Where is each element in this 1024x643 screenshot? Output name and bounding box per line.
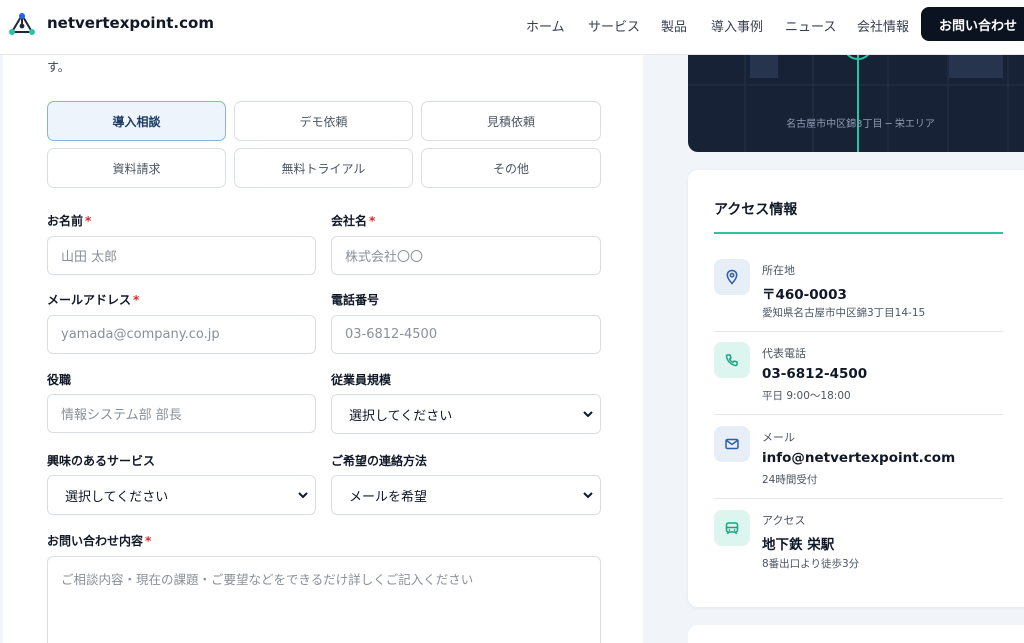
map-pin-icon [714, 259, 750, 295]
type-quote-button[interactable]: 見積依頼 [421, 101, 601, 141]
nav-company[interactable]: 会社情報 [857, 16, 909, 35]
contact-cta-button[interactable]: お問い合わせ [921, 7, 1024, 41]
chevron-down-icon [583, 411, 593, 418]
message-textarea[interactable]: ご相談内容・現在の課題・ご要望などをできるだけ詳しくご記入ください [47, 556, 601, 643]
type-trial-button[interactable]: 無料トライアル [234, 148, 413, 188]
mail-icon [714, 426, 750, 462]
required-mark: * [369, 214, 376, 228]
next-info-card [688, 625, 1024, 643]
form-lead-text: す。 [47, 60, 70, 74]
access-transit-label: アクセス [762, 514, 806, 527]
access-address-label: 所在地 [762, 264, 795, 277]
type-brochure-button[interactable]: 資料請求 [47, 148, 226, 188]
nav-services[interactable]: サービス [588, 16, 640, 35]
divider [714, 414, 1003, 415]
access-phone-value[interactable]: 03-6812-4500 [762, 366, 867, 382]
brand-name[interactable]: netvertexpoint.com [47, 14, 214, 32]
chevron-down-icon [583, 492, 593, 499]
train-icon [714, 510, 750, 546]
company-label: 会社名 * [331, 214, 376, 228]
access-title-underline [714, 232, 1003, 234]
access-email-label: メール [762, 431, 795, 444]
email-label: メールアドレス * [47, 293, 140, 307]
service-select[interactable]: 選択してください [47, 475, 316, 515]
map-caption: 名古屋市中区錦3丁目 ─ 栄エリア [786, 119, 935, 130]
access-title: アクセス情報 [714, 202, 798, 218]
required-mark: * [133, 293, 140, 307]
phone-icon [714, 342, 750, 378]
contact-method-select-value: メールを希望 [349, 489, 428, 505]
nav-home[interactable]: ホーム [526, 16, 565, 35]
divider [714, 498, 1003, 499]
job-title-input[interactable]: 情報システム部 部長 [47, 394, 316, 433]
message-label: お問い合わせ内容 * [47, 534, 152, 548]
type-demo-button[interactable]: デモ依頼 [234, 101, 413, 141]
employees-label: 従業員規模 [331, 373, 392, 387]
access-email-value[interactable]: info@netvertexpoint.com [762, 450, 955, 466]
required-mark: * [145, 534, 152, 548]
phone-label: 電話番号 [331, 293, 380, 307]
employees-select[interactable]: 選択してください [331, 394, 601, 434]
contact-method-label: ご希望の連絡方法 [331, 454, 428, 468]
access-email-sub: 24時間受付 [762, 474, 818, 486]
service-select-value: 選択してください [65, 489, 169, 505]
access-transit-sub: 8番出口より徒歩3分 [762, 558, 860, 570]
nav-news[interactable]: ニュース [785, 16, 836, 35]
chevron-down-icon [298, 492, 308, 499]
access-phone-label: 代表電話 [762, 347, 806, 360]
nav-products[interactable]: 製品 [661, 16, 687, 35]
service-label: 興味のあるサービス [47, 454, 156, 468]
type-other-button[interactable]: その他 [421, 148, 601, 188]
employees-select-value: 選択してください [349, 408, 453, 424]
access-address-value: 〒460-0003 [762, 287, 847, 303]
contact-method-select[interactable]: メールを希望 [331, 475, 601, 515]
logo-icon[interactable] [8, 12, 36, 36]
job-title-label: 役職 [47, 373, 72, 387]
divider [714, 331, 1003, 332]
access-transit-value: 地下鉄 栄駅 [762, 537, 835, 553]
access-phone-sub: 平日 9:00〜18:00 [762, 390, 851, 402]
phone-input[interactable]: 03-6812-4500 [331, 315, 601, 354]
name-input[interactable]: 山田 太郎 [47, 236, 316, 275]
name-label: お名前 * [47, 214, 92, 228]
company-input[interactable]: 株式会社〇〇 [331, 236, 601, 275]
required-mark: * [85, 214, 92, 228]
email-input[interactable]: yamada@company.co.jp [47, 315, 316, 354]
type-consultation-button[interactable]: 導入相談 [47, 101, 226, 141]
site-header: netvertexpoint.com ホーム サービス 製品 導入事例 ニュース… [0, 0, 1024, 55]
nav-case-studies[interactable]: 導入事例 [711, 16, 763, 35]
access-address-sub: 愛知県名古屋市中区錦3丁目14-15 [762, 307, 926, 319]
